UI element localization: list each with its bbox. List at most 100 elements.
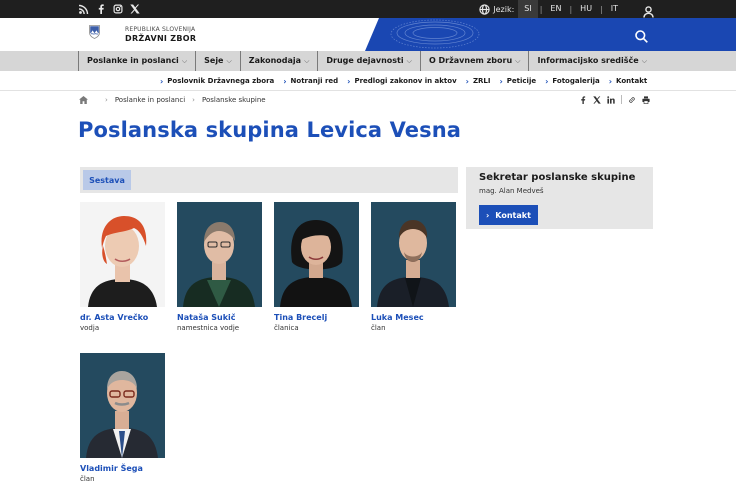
- brand-line-1: REPUBLIKA SLOVENIJA: [125, 26, 196, 33]
- language-separator: |: [539, 4, 543, 14]
- search-icon[interactable]: [635, 28, 648, 43]
- member-card[interactable]: Nataša Sukič namestnica vodje: [177, 202, 262, 333]
- rss-icon[interactable]: [78, 3, 89, 14]
- chevron-right-icon: ›: [486, 210, 490, 220]
- linkedin-share-icon[interactable]: [607, 95, 615, 104]
- chevron-down-icon: ⌵: [304, 57, 310, 65]
- contact-button-label: Kontakt: [495, 210, 531, 220]
- user-icon[interactable]: [643, 3, 654, 18]
- breadcrumb-item-current[interactable]: Poslanske skupine: [202, 96, 266, 104]
- chevron-right-icon: ›: [283, 76, 287, 86]
- nav-item-poslanke[interactable]: Poslanke in poslanci ⌵: [78, 51, 195, 71]
- member-card[interactable]: Luka Mesec član: [371, 202, 456, 333]
- share-toolbar: [579, 95, 650, 104]
- nav-item-label: O Državnem zboru: [428, 56, 513, 65]
- subnav-item-notranji-red[interactable]: › Notranji red: [283, 77, 338, 86]
- language-option-si[interactable]: SI: [518, 0, 538, 18]
- chevron-right-icon: ›: [545, 76, 549, 86]
- facebook-icon[interactable]: [95, 3, 106, 14]
- facebook-share-icon[interactable]: [579, 95, 587, 104]
- member-role: članica: [274, 324, 299, 332]
- nav-item-zakonodaja[interactable]: Zakonodaja ⌵: [239, 51, 318, 71]
- chevron-down-icon: ⌵: [515, 57, 521, 65]
- top-utility-bar: Jezik: SI | EN | HU | IT: [0, 0, 736, 18]
- x-share-icon[interactable]: [593, 95, 601, 104]
- subnav-item-label: Peticije: [506, 77, 537, 85]
- secretary-heading: Sekretar poslanske skupine: [479, 172, 636, 183]
- subnav-item-label: Notranji red: [290, 77, 339, 85]
- member-name[interactable]: dr. Asta Vrečko: [80, 313, 165, 323]
- main-navigation: Poslanke in poslanci ⌵ Seje ⌵ Zakonodaja ⌵ …: [0, 51, 736, 71]
- member-role: vodja: [80, 324, 100, 332]
- language-separator: |: [569, 4, 573, 14]
- subnav-item-peticije[interactable]: › Peticije: [499, 77, 536, 86]
- tab-sestava[interactable]: Sestava: [83, 170, 131, 190]
- subnav-item-label: Poslovnik Državnega zbora: [167, 77, 275, 85]
- member-name[interactable]: Luka Mesec: [371, 313, 456, 323]
- member-photo[interactable]: [371, 202, 456, 307]
- social-links: [78, 3, 140, 14]
- member-photo[interactable]: [274, 202, 359, 307]
- chevron-right-icon: ›: [608, 76, 613, 86]
- contact-button[interactable]: › Kontakt: [479, 205, 538, 225]
- language-option-en[interactable]: EN: [544, 0, 567, 18]
- subnav-item-poslovnik[interactable]: › Poslovnik Državnega zbora: [160, 77, 274, 86]
- subnav-item-label: Kontakt: [616, 77, 648, 85]
- header-blue-banner: [365, 18, 736, 51]
- member-role: namestnica vodje: [177, 324, 240, 332]
- secretary-name: mag. Alan Medveš: [479, 187, 544, 195]
- subnav-item-fotogalerija[interactable]: › Fotogalerija: [545, 77, 600, 86]
- nav-item-label: Druge dejavnosti: [326, 56, 404, 65]
- coat-of-arms-icon[interactable]: [89, 25, 100, 39]
- member-photo[interactable]: [80, 353, 165, 458]
- member-card[interactable]: Tina Brecelj članica: [274, 202, 359, 333]
- chevron-right-icon: ›: [465, 76, 469, 86]
- breadcrumb: › Poslanke in poslanci › Poslanske skupi…: [79, 95, 266, 105]
- subnav-item-zrli[interactable]: › ZRLI: [466, 77, 491, 86]
- nav-item-label: Poslanke in poslanci: [87, 56, 179, 65]
- member-name[interactable]: Vladimir Šega: [80, 464, 165, 474]
- instagram-icon[interactable]: [112, 3, 123, 14]
- language-switcher: Jezik: SI | EN | HU | IT: [479, 0, 624, 18]
- print-icon[interactable]: [642, 95, 650, 104]
- subnav-item-label: ZRLI: [472, 77, 491, 85]
- home-icon[interactable]: [79, 96, 88, 104]
- breadcrumb-separator: ›: [105, 96, 108, 104]
- nav-item-label: Zakonodaja: [248, 56, 302, 65]
- subnav-item-predlogi[interactable]: › Predlogi zakonov in aktov: [347, 77, 456, 86]
- language-label: Jezik:: [493, 4, 515, 14]
- language-option-hu[interactable]: HU: [574, 0, 598, 18]
- chevron-down-icon: ⌵: [181, 57, 188, 65]
- nav-item-o-drzavnem-zboru[interactable]: O Državnem zboru ⌵: [419, 51, 529, 71]
- chevron-down-icon: ⌵: [641, 57, 647, 65]
- site-header: REPUBLIKA SLOVENIJA DRŽAVNI ZBOR: [0, 18, 736, 51]
- share-divider: [621, 95, 622, 104]
- nav-item-seje[interactable]: Seje ⌵: [195, 51, 240, 71]
- nav-item-label: Informacijsko središče: [537, 56, 639, 65]
- member-photo[interactable]: [177, 202, 262, 307]
- link-icon[interactable]: [628, 96, 636, 104]
- globe-icon: [479, 3, 490, 15]
- secondary-navigation: › Poslovnik Državnega zbora › Notranji red…: [0, 71, 736, 91]
- chevron-down-icon: ⌵: [406, 57, 412, 65]
- breadcrumb-item-poslanke[interactable]: Poslanke in poslanci: [115, 96, 185, 104]
- language-separator: |: [600, 4, 603, 14]
- member-name[interactable]: Nataša Sukič: [177, 313, 262, 323]
- brand-logo-text[interactable]: REPUBLIKA SLOVENIJA DRŽAVNI ZBOR: [125, 26, 196, 44]
- nav-item-druge-dejavnosti[interactable]: Druge dejavnosti ⌵: [317, 51, 420, 71]
- nav-item-informacijsko-sredisce[interactable]: Informacijsko središče ⌵: [528, 51, 655, 71]
- member-photo[interactable]: [80, 202, 165, 307]
- chevron-right-icon: ›: [499, 76, 503, 86]
- x-icon[interactable]: [129, 3, 140, 14]
- subnav-item-label: Predlogi zakonov in aktov: [354, 77, 457, 85]
- language-option-it[interactable]: IT: [605, 0, 624, 18]
- tab-bar: Sestava: [80, 167, 458, 193]
- subnav-item-label: Fotogalerija: [552, 77, 600, 85]
- brand-line-2: DRŽAVNI ZBOR: [125, 34, 197, 43]
- member-card[interactable]: Vladimir Šega član: [80, 353, 165, 484]
- member-card[interactable]: dr. Asta Vrečko vodja: [80, 202, 165, 333]
- member-name[interactable]: Tina Brecelj: [274, 313, 359, 323]
- secretary-box: Sekretar poslanske skupine mag. Alan Med…: [466, 167, 653, 229]
- chevron-right-icon: ›: [347, 76, 351, 86]
- subnav-item-kontakt[interactable]: › Kontakt: [609, 77, 647, 86]
